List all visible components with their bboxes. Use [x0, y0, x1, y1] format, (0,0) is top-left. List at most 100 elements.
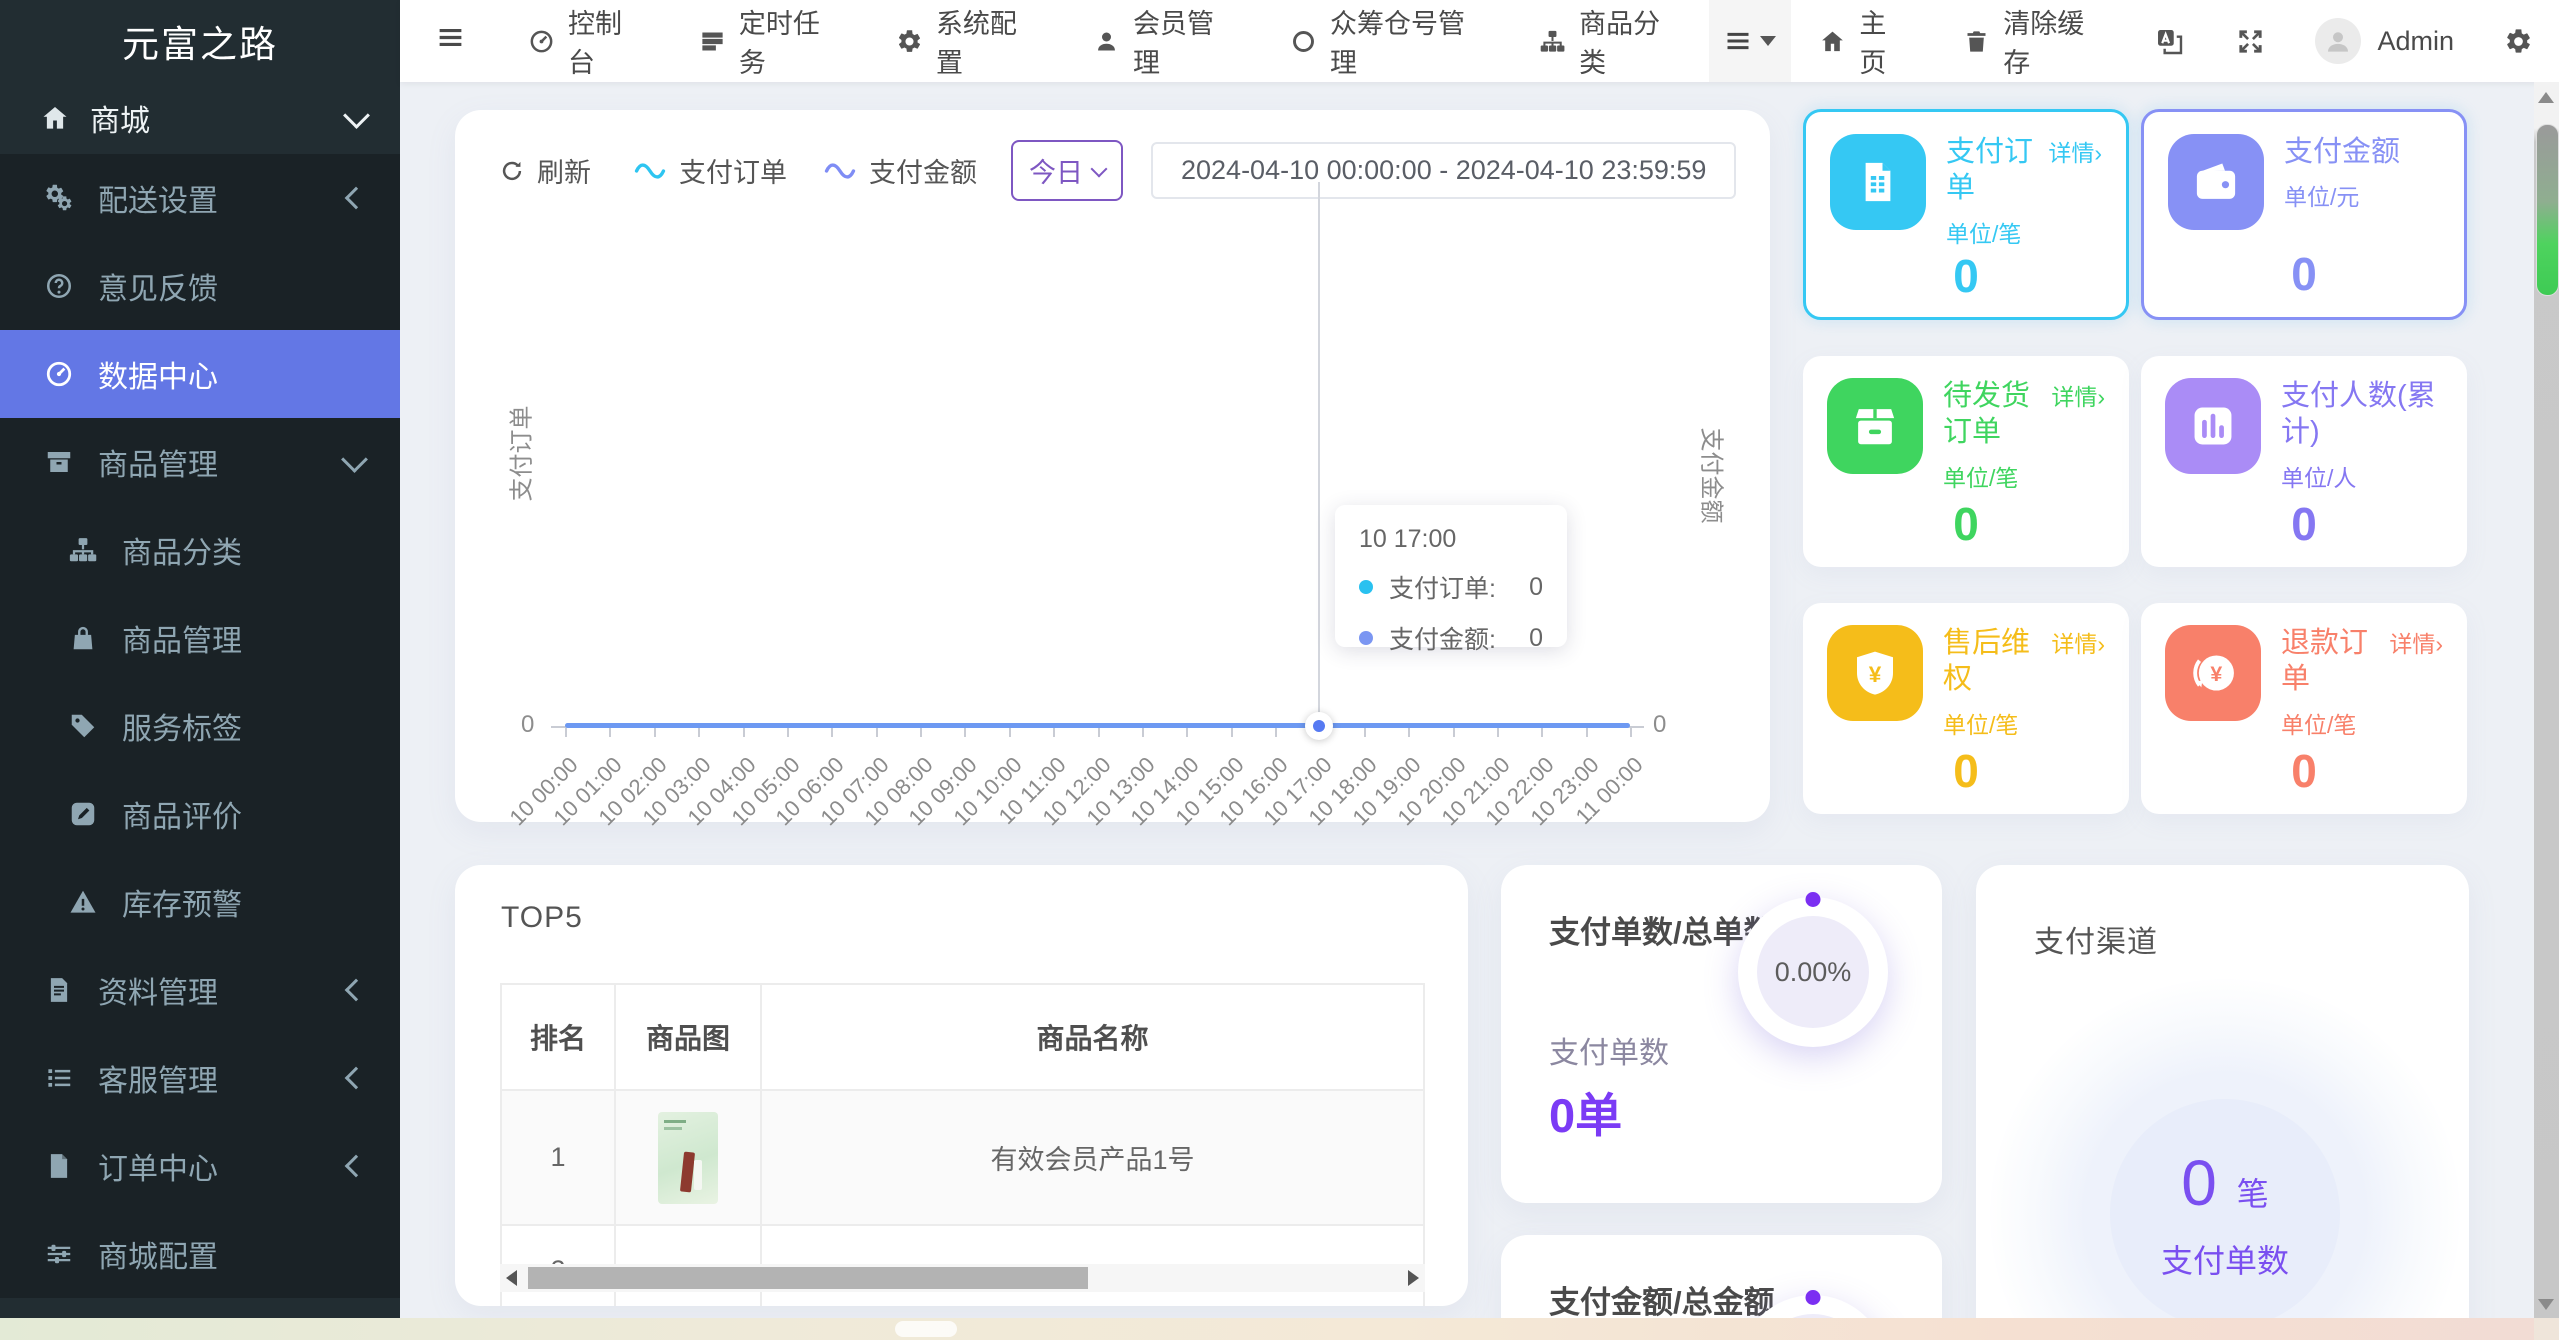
card-detail-link[interactable]: 详情›	[2051, 378, 2105, 451]
scroll-right-arrow-icon[interactable]	[1408, 1270, 1419, 1286]
card-title: 支付金额	[2284, 136, 2401, 168]
app-logo: 元富之路	[0, 0, 400, 82]
channel-chart-center[interactable]: 0 笔 支付单数	[2110, 1099, 2340, 1329]
tooltip-series-label: 支付订单:	[1389, 575, 1496, 603]
bars-icon	[1724, 27, 1752, 55]
settings-button[interactable]	[2478, 0, 2559, 82]
scroll-down-arrow-icon[interactable]	[2538, 1299, 2554, 1310]
topnav-item-label: 众筹仓号管理	[1329, 9, 1465, 78]
card-title-row: 售后维权 详情›	[1943, 625, 2105, 698]
series-dot-icon	[1359, 631, 1373, 645]
card-detail-link[interactable]: 详情›	[2389, 625, 2443, 698]
sidebar-item-5[interactable]: 商品管理	[0, 418, 400, 506]
top5-horizontal-scrollbar[interactable]	[500, 1264, 1425, 1292]
sidebar-item-1[interactable]: 商城	[0, 82, 400, 154]
y-axis-left-label: 支付订单	[508, 405, 536, 502]
x-tick	[565, 728, 567, 737]
fullscreen-button[interactable]	[2210, 0, 2291, 82]
avatar	[2315, 18, 2362, 64]
nav-clear-cache-button[interactable]: 清除缓存	[1935, 0, 2129, 82]
channel-label: 支付单数	[2160, 1243, 2289, 1279]
pay-count-gauge: 0.00%	[1738, 892, 1888, 1047]
vertical-scrollbar[interactable]	[2534, 82, 2559, 1318]
topnav-item-5[interactable]: 众筹仓号管理	[1263, 0, 1512, 82]
sidebar-item-10[interactable]: 库存预警	[0, 858, 400, 946]
card-title: 售后维权	[1943, 627, 2031, 696]
sidebar-item-3[interactable]: 意见反馈	[0, 242, 400, 330]
sidebar-item-13[interactable]: 订单中心	[0, 1122, 400, 1210]
sidebar-toggle-button[interactable]	[400, 23, 501, 60]
pay-count-value: 0单	[1549, 1089, 1623, 1142]
data-point-marker[interactable]	[1305, 712, 1333, 740]
topnav-item-label: 控制台	[568, 9, 622, 78]
user-menu[interactable]: Admin	[2291, 0, 2478, 82]
stat-card-2[interactable]: 支付金额 单位/元 0	[2141, 109, 2467, 320]
topnav-item-label: 商品分类	[1579, 9, 1661, 78]
x-tick	[1275, 728, 1277, 737]
topnav-item-3[interactable]: 系统配置	[869, 0, 1066, 82]
y-axis-left-min: 0	[521, 711, 535, 738]
sidebar-item-9[interactable]: 商品评价	[0, 770, 400, 858]
topnav-item-6[interactable]: 商品分类	[1512, 0, 1709, 82]
card-top: 支付金额 单位/元	[2168, 134, 2440, 230]
language-button[interactable]	[2129, 0, 2210, 82]
horizontal-scrollbar[interactable]	[0, 1318, 2534, 1340]
trash-icon	[1963, 28, 1990, 55]
sidebar-item-8[interactable]: 服务标签	[0, 682, 400, 770]
stat-card-5[interactable]: ¥ 售后维权 详情› 单位/笔 0	[1803, 603, 2129, 814]
card-info: 售后维权 详情› 单位/笔	[1943, 625, 2105, 740]
card-unit: 单位/人	[2281, 464, 2357, 491]
card-detail-link[interactable]: 详情›	[2051, 625, 2105, 698]
topnav-item-1[interactable]: 控制台	[501, 0, 672, 82]
sidebar-item-2[interactable]: 配送设置	[0, 154, 400, 242]
nav-dropdown-toggle[interactable]	[1709, 0, 1792, 82]
stat-card-1[interactable]: 支付订单 详情› 单位/笔 0	[1803, 109, 2129, 320]
sidebar-item-12[interactable]: 客服管理	[0, 1034, 400, 1122]
card-value: 0	[2291, 248, 2317, 300]
channel-unit: 笔	[2236, 1176, 2269, 1212]
tooltip-series-value: 0	[1529, 572, 1543, 601]
stat-card-6[interactable]: ¥ 退款订单 详情› 单位/笔 0	[2141, 603, 2467, 814]
tooltip-row: 支付金额: 0	[1359, 620, 1543, 656]
y-axis-right-min: 0	[1653, 711, 1667, 738]
chart-plot: 支付订单 支付金额 0 0 10 00:00 10 01:00 10 02:00 10…	[455, 110, 1770, 830]
card-top: 支付订单 详情› 单位/笔	[1830, 134, 2102, 249]
tachometer-icon	[528, 28, 555, 55]
sidebar-item-label: 商城配置	[98, 1241, 218, 1274]
stat-card-3[interactable]: 待发货订单 详情› 单位/笔 0	[1803, 356, 2129, 567]
scroll-left-arrow-icon[interactable]	[506, 1270, 517, 1286]
sidebar-item-11[interactable]: 资料管理	[0, 946, 400, 1034]
sidebar-item-4[interactable]: 数据中心	[0, 330, 400, 418]
sidebar-item-label: 商城	[90, 105, 150, 138]
card-value: 0	[1953, 249, 1979, 302]
sidebar-item-14[interactable]: 商城配置	[0, 1210, 400, 1298]
table-row[interactable]: 1 有效会员产品1号	[500, 1089, 1425, 1226]
scrollbar-corner	[2534, 1318, 2559, 1340]
sidebar-item-label: 库存预警	[122, 889, 242, 922]
card-detail-link[interactable]: 详情›	[2048, 134, 2102, 207]
x-tick	[875, 728, 878, 737]
vertical-scrollbar-thumb[interactable]	[2536, 124, 2559, 296]
stat-card-4[interactable]: 支付人数(累计) 单位/人 0	[2141, 356, 2467, 567]
x-tick	[1097, 728, 1100, 737]
stat-cards: 支付订单 详情› 单位/笔 0 支付金额 单位/元 0 待发货订单 详情› 单位/笔 0 支付人数(累…	[1803, 109, 2471, 814]
topnav-item-4[interactable]: 会员管理	[1066, 0, 1263, 82]
filetext-icon	[40, 975, 78, 1005]
chart-tooltip: 10 17:00 支付订单: 0 支付金额: 0	[1335, 505, 1567, 654]
x-tick	[742, 728, 745, 737]
product-image[interactable]	[658, 1111, 718, 1204]
tooltip-rows: 支付订单: 0 支付金额: 0	[1359, 569, 1543, 656]
dashboard-icon	[40, 359, 78, 389]
horizontal-scrollbar-thumb[interactable]	[895, 1321, 957, 1337]
x-tick	[1141, 728, 1144, 737]
pencil-icon	[64, 799, 102, 829]
sidebar-item-6[interactable]: 商品分类	[0, 506, 400, 594]
top5-scrollbar-thumb[interactable]	[528, 1267, 1088, 1289]
top5-col-header: 排名	[500, 983, 616, 1091]
card-unit: 单位/笔	[1943, 464, 2019, 491]
scroll-up-arrow-icon[interactable]	[2538, 92, 2554, 103]
sidebar-item-7[interactable]: 商品管理	[0, 594, 400, 682]
nav-home-button[interactable]: 主页	[1791, 0, 1935, 82]
warning-icon	[64, 887, 102, 917]
topnav-item-2[interactable]: 定时任务	[672, 0, 869, 82]
